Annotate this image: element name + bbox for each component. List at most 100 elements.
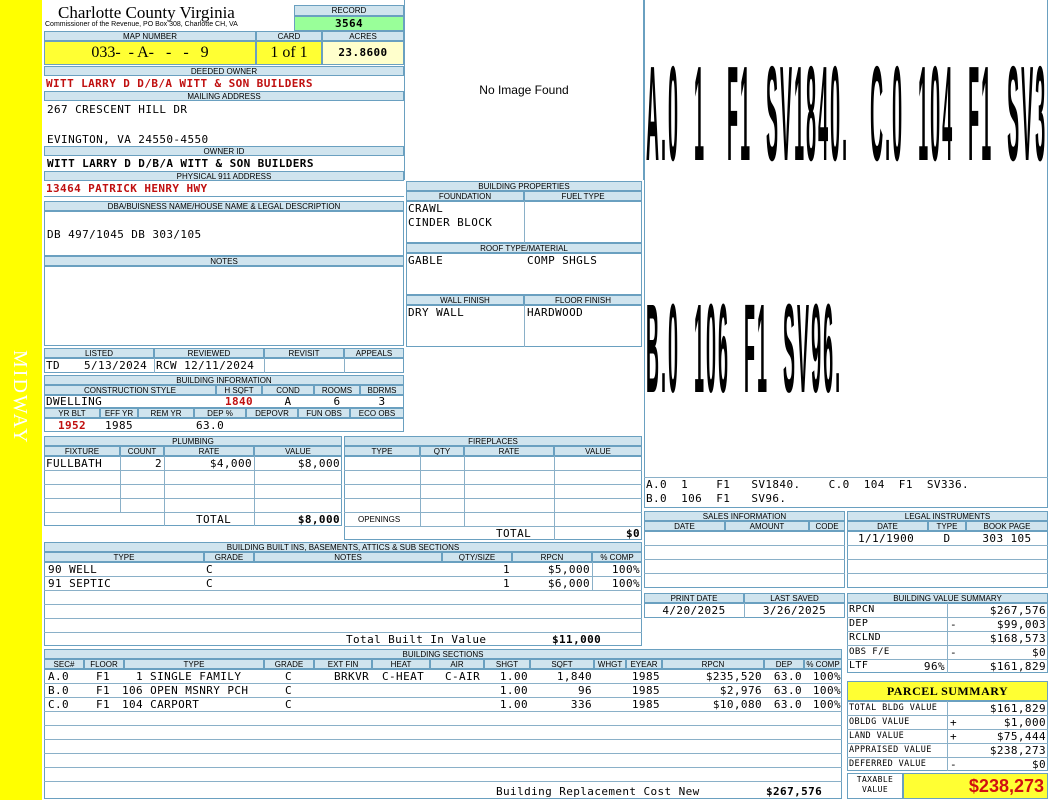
value-header: VALUE (254, 446, 342, 456)
district-sidebar: MIDWAY (0, 0, 42, 800)
county-title: Charlotte County Virginia (58, 3, 235, 22)
roof-type: GABLE (408, 254, 444, 267)
acres-value: 23.8600 (322, 41, 404, 65)
replacement-cost-value: $267,576 (766, 785, 823, 798)
bi-qty-header: QTY/SIZE (442, 552, 512, 562)
legal-type: D (943, 532, 951, 545)
roof-header: ROOF TYPE/MATERIAL (406, 243, 642, 253)
bvs-ltf-label: LTF (849, 660, 869, 671)
last-saved-header: LAST SAVED (744, 593, 845, 603)
legal-header: LEGAL INSTRUMENTS (847, 511, 1048, 521)
construction-style: DWELLING (46, 395, 103, 408)
owner-id: WITT LARRY D D/B/A WITT & SON BUILDERS (47, 157, 314, 170)
sketch-row2-text: B.0 106 F1 SV96. (646, 280, 843, 410)
divider (524, 201, 525, 243)
roof-material: COMP SHGLS (527, 254, 598, 267)
plumbing-fixture: FULLBATH (46, 457, 103, 470)
print-date-header: PRINT DATE (644, 593, 744, 603)
foundation-header: FOUNDATION (406, 191, 524, 201)
sec-a-type: 1 SINGLE FAMILY (136, 670, 242, 683)
bi-row2-grade: C (206, 577, 214, 590)
card-header: CARD (256, 31, 322, 41)
sec-a-id: A.0 (48, 670, 70, 683)
record-header: RECORD (294, 5, 404, 16)
parcel-land-label: LAND VALUE (849, 731, 905, 741)
wall-finish: DRY WALL (408, 306, 465, 319)
sec-c-sqft: 336 (570, 698, 592, 711)
parcel-total-bldg-label: TOTAL BLDG VALUE (849, 703, 938, 713)
sec-b-eyear: 1985 (631, 684, 660, 697)
listed-header: LISTED (44, 348, 154, 358)
bvs-dep-label: DEP (849, 618, 869, 629)
sec-c-dep: 63.0 (773, 698, 802, 711)
sketch-row1: A.0 1 F1 SV1840. C.0 104 F1 SV336. (646, 40, 1046, 190)
sec-b-grade: C (285, 684, 293, 697)
divider (44, 725, 842, 726)
building-info-header: BUILDING INFORMATION (44, 375, 404, 385)
print-date: 4/20/2025 (662, 604, 726, 617)
sec-c-type: 104 CARPORT (122, 698, 200, 711)
foundation-1: CRAWL (408, 202, 444, 215)
physical-address: 13464 PATRICK HENRY HWY (46, 182, 208, 195)
legal-bookpage-header: BOOK PAGE (966, 521, 1048, 531)
cond-header: COND (262, 385, 314, 395)
plumbing-total: $8,000 (297, 513, 340, 526)
floor-header: FLOOR (84, 659, 124, 669)
dep-value: 63.0 (196, 419, 225, 432)
foundation-2: CINDER BLOCK (408, 216, 493, 229)
plumbing-value: $8,000 (297, 457, 340, 470)
fixture-header: FIXTURE (44, 446, 120, 456)
bi-grade-header: GRADE (204, 552, 254, 562)
type-header: TYPE (124, 659, 264, 669)
bvs-ltf-value: $161,829 (989, 660, 1046, 673)
effyr-header: EFF YR (100, 408, 138, 418)
bi-row1-rpcn: $5,000 (547, 563, 590, 576)
divider (847, 573, 1048, 574)
sec-c-shgt: 1.00 (499, 698, 528, 711)
floor-finish-header: FLOOR FINISH (524, 295, 642, 305)
bi-comp-header: % COMP (592, 552, 642, 562)
last-saved: 3/26/2025 (762, 604, 827, 617)
parcel-deferred-value: $0 (1031, 758, 1046, 771)
bi-row1-grade: C (206, 563, 214, 576)
sec-header: SEC# (44, 659, 84, 669)
bi-row1-qty: 1 (502, 563, 510, 576)
sec-b-dep: 63.0 (773, 684, 802, 697)
divider (344, 484, 642, 485)
divider (947, 701, 948, 771)
divider (44, 753, 842, 754)
sec-b-floor: F1 (96, 684, 111, 697)
floor-finish: HARDWOOD (527, 306, 584, 319)
plumbing-total-label: TOTAL (196, 513, 232, 526)
divider (644, 559, 845, 560)
fp-qty-header: QTY (420, 446, 464, 456)
sketch-caption1: A.0 1 F1 SV1840. C.0 104 F1 SV336. (646, 478, 970, 491)
parcel-total-bldg-value: $161,829 (989, 702, 1046, 715)
remyr-header: REM YR (138, 408, 194, 418)
reviewed-header: REVIEWED (154, 348, 264, 358)
sec-c-rpcn: $10,080 (712, 698, 762, 711)
divider (44, 470, 342, 471)
bdrms-value: 3 (378, 395, 386, 408)
fp-value-header: VALUE (554, 446, 642, 456)
count-header: COUNT (120, 446, 164, 456)
owner-id-header: OWNER ID (44, 146, 404, 156)
sketch-row1-text: A.0 1 F1 SV1840. C.0 104 F1 SV336. (646, 40, 1046, 190)
rate-header: RATE (164, 446, 254, 456)
bi-row2-type: 91 SEPTIC (48, 577, 112, 590)
divider (44, 498, 342, 499)
divider (947, 603, 948, 673)
divider (44, 604, 642, 605)
appeals-header: APPEALS (344, 348, 404, 358)
depovr-header: DEPOVR (246, 408, 298, 418)
divider (344, 498, 642, 499)
bvs-rpcn-label: RPCN (849, 604, 875, 615)
divider (44, 739, 842, 740)
fireplaces-total: $0 (625, 527, 640, 540)
bvs-obs-value: $0 (1031, 646, 1046, 659)
divider (644, 573, 845, 574)
shgt-header: SHGT (484, 659, 530, 669)
listed-date: 5/13/2024 (84, 359, 148, 372)
cond-value: A (284, 395, 292, 408)
divider (44, 767, 842, 768)
